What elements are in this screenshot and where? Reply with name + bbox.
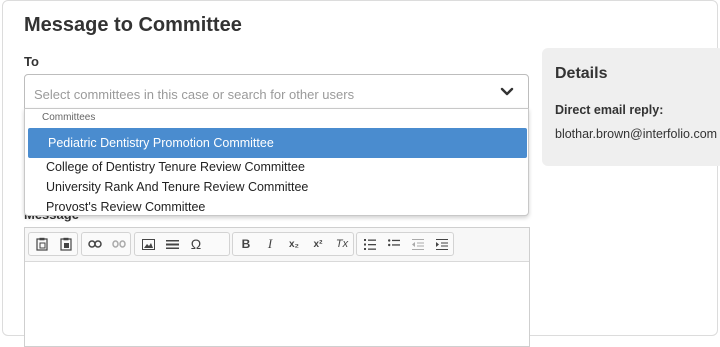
link-group: [81, 232, 131, 256]
unlink-icon[interactable]: [107, 233, 131, 255]
paste-icon[interactable]: [30, 233, 54, 255]
option-provosts-review-committee[interactable]: Provost's Review Committee: [26, 196, 527, 218]
superscript-icon[interactable]: x²: [306, 233, 330, 255]
recipient-search-input[interactable]: Select committees in this case or search…: [34, 87, 354, 102]
recipient-select[interactable]: Select committees in this case or search…: [24, 74, 529, 110]
option-university-rank-and-tenure-review-committee[interactable]: University Rank And Tenure Review Commit…: [26, 176, 527, 198]
remove-format-icon[interactable]: Tx: [330, 233, 354, 255]
insert-group: Ω: [134, 232, 230, 256]
numbered-list-icon[interactable]: [358, 233, 382, 255]
direct-email-reply-value: blothar.brown@interfolio.com: [555, 127, 718, 141]
link-icon[interactable]: [83, 233, 107, 255]
committee-dropdown: Committees Pediatric Dentistry Promotion…: [24, 108, 529, 216]
list-group: [356, 232, 454, 256]
option-pediatric-dentistry-promotion-committee[interactable]: Pediatric Dentistry Promotion Committee: [28, 128, 527, 158]
to-label: To: [24, 54, 39, 69]
chevron-down-icon[interactable]: [500, 86, 514, 98]
image-icon[interactable]: [136, 233, 160, 255]
paste-from-word-icon[interactable]: [54, 233, 78, 255]
special-character-icon[interactable]: Ω: [184, 233, 208, 255]
message-editor[interactable]: Ω B I x₂ x² Tx: [24, 227, 530, 347]
details-panel: Details Direct email reply: blothar.brow…: [542, 48, 720, 166]
direct-email-reply-label: Direct email reply:: [555, 103, 664, 117]
editor-toolbar: Ω B I x₂ x² Tx: [25, 228, 529, 262]
details-title: Details: [555, 65, 608, 82]
page-title: Message to Committee: [24, 14, 242, 36]
subscript-icon[interactable]: x₂: [282, 233, 306, 255]
increase-indent-icon[interactable]: [430, 233, 454, 255]
format-group: B I x₂ x² Tx: [232, 232, 354, 256]
option-college-of-dentistry-tenure-review-committee[interactable]: College of Dentistry Tenure Review Commi…: [26, 156, 527, 178]
bold-icon[interactable]: B: [234, 233, 258, 255]
clipboard-group: [28, 232, 78, 256]
decrease-indent-icon[interactable]: [406, 233, 430, 255]
committees-group-header: Committees: [42, 112, 96, 123]
italic-icon[interactable]: I: [258, 233, 282, 255]
bulleted-list-icon[interactable]: [382, 233, 406, 255]
horizontal-rule-icon[interactable]: [160, 233, 184, 255]
